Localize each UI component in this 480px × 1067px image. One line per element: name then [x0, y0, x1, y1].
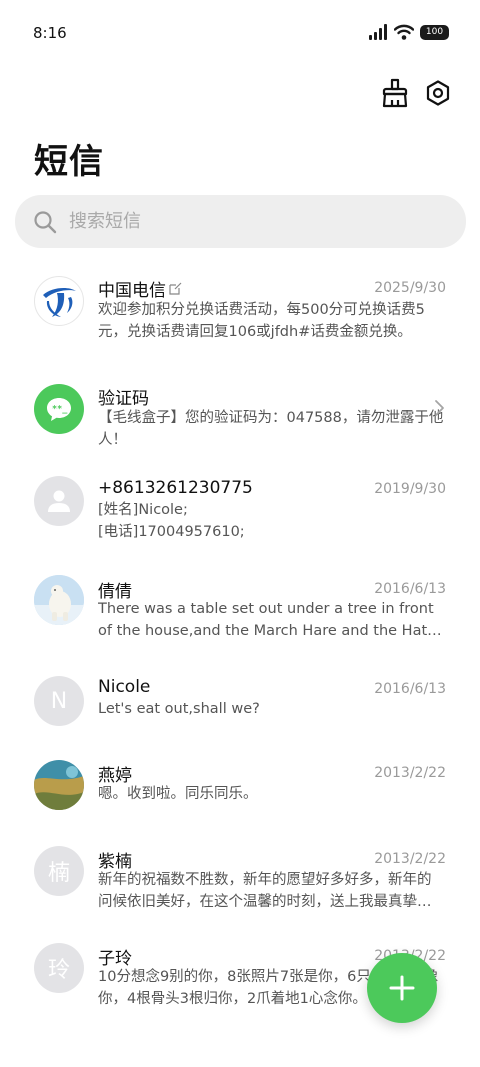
default-person-avatar	[34, 476, 84, 526]
letter-avatar: N	[34, 676, 84, 726]
letter-avatar: 玲	[34, 943, 84, 993]
chevron-right-icon	[435, 400, 444, 416]
wifi-icon	[394, 24, 414, 40]
message-preview: 【毛线盒子】您的验证码为：047588，请勿泄露于他人！	[98, 410, 444, 448]
conversation-item[interactable]: 倩倩 2016/6/13 There was a table set out u…	[0, 564, 480, 649]
status-icons: 100	[368, 24, 449, 40]
search-icon	[33, 210, 57, 234]
default-person-icon	[48, 490, 70, 512]
message-date: 2013/2/22	[374, 851, 446, 867]
message-preview: [姓名]Nicole; [电话]17004957610;	[98, 502, 245, 540]
china-telecom-logo	[43, 287, 76, 317]
edit-icon	[169, 282, 182, 295]
sender-name: Nicole	[98, 677, 151, 697]
verification-code-avatar: **_	[34, 384, 84, 434]
message-date: 2019/9/30	[374, 481, 446, 497]
message-preview: 欢迎参加积分兑换话费活动，每500分可兑换话费5元，兑换话费请回复106或jfd…	[98, 302, 425, 340]
conversation-item[interactable]: 中国电信 2025/9/30 欢迎参加积分兑换话费活动，每500分可兑换话费5元…	[0, 260, 480, 345]
message-date: 2025/9/30	[374, 280, 446, 296]
status-bar: 8:16 100	[0, 0, 480, 66]
message-preview: There was a table set out under a tree i…	[98, 601, 442, 639]
verification-code-icon: **_	[47, 398, 71, 421]
settings-button[interactable]	[421, 76, 455, 110]
plus-icon	[389, 975, 415, 1001]
landscape-photo	[34, 760, 84, 810]
signal-icon	[369, 24, 387, 40]
battery-icon: 100	[420, 24, 449, 40]
message-preview: 新年的祝福数不胜数，新年的愿望好多好多，新年的问候依旧美好，在这个温馨的时刻，送…	[98, 872, 432, 910]
battery-level: 100	[425, 27, 444, 37]
conversation-item[interactable]: N Nicole 2016/6/13 Let's eat out,shall w…	[0, 665, 480, 750]
contact-avatar	[34, 575, 84, 625]
conversation-item[interactable]: **_ 验证码 【毛线盒子】您的验证码为：047588，请勿泄露于他人！	[0, 368, 480, 453]
sender-name: 验证码	[98, 389, 149, 409]
search-bar[interactable]	[15, 195, 466, 248]
sender-name: +8613261230775	[98, 478, 253, 498]
polar-bear-photo	[34, 575, 84, 625]
contact-avatar	[34, 760, 84, 810]
clean-button[interactable]	[378, 76, 412, 110]
message-date: 2016/6/13	[374, 581, 446, 597]
message-date: 2016/6/13	[374, 681, 446, 697]
conversation-item[interactable]: 楠 紫楠 2013/2/22 新年的祝福数不胜数，新年的愿望好多好多，新年的问候…	[0, 836, 480, 921]
message-date: 2013/2/22	[374, 765, 446, 781]
letter-avatar: 楠	[34, 846, 84, 896]
search-input[interactable]	[69, 211, 409, 232]
china-telecom-avatar	[34, 276, 84, 326]
brush-icon	[382, 78, 408, 108]
sender-name: 中国电信	[98, 276, 182, 301]
svg-text:**_: **_	[52, 405, 68, 415]
message-preview: Let's eat out,shall we?	[98, 701, 260, 717]
status-time: 8:16	[33, 24, 67, 42]
page-title: 短信	[34, 142, 104, 182]
conversation-item[interactable]: +8613261230775 2019/9/30 [姓名]Nicole; [电话…	[0, 468, 480, 553]
new-message-button[interactable]	[367, 953, 437, 1023]
message-preview: 嗯。收到啦。同乐同乐。	[98, 786, 258, 802]
settings-icon	[426, 80, 450, 106]
conversation-item[interactable]: 燕婷 2013/2/22 嗯。收到啦。同乐同乐。	[0, 750, 480, 835]
